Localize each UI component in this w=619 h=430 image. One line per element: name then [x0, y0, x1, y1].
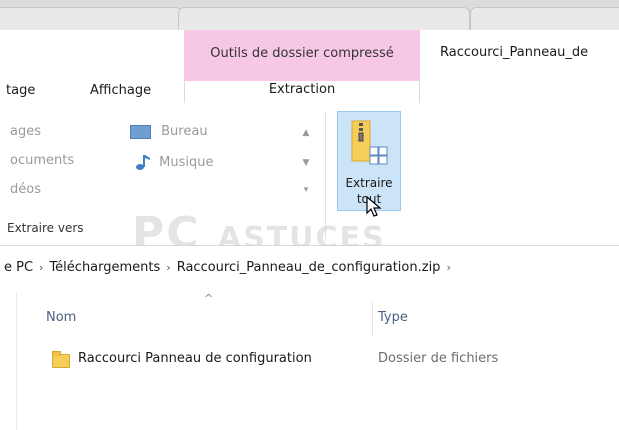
- file-type: Dossier de fichiers: [378, 351, 499, 366]
- breadcrumb-downloads[interactable]: Téléchargements: [49, 260, 160, 275]
- address-bar[interactable]: e PC › Téléchargements › Raccourci_Panneau_d…: [0, 246, 619, 293]
- column-header-type[interactable]: Type: [378, 310, 408, 325]
- expand-gallery-button[interactable]: ▾: [298, 185, 314, 195]
- navigation-pane-edge: [16, 292, 17, 430]
- extract-all-line1: Extraire: [345, 176, 393, 190]
- window-title: Raccourci_Panneau_de: [440, 45, 589, 60]
- destination-images[interactable]: ages: [10, 124, 41, 139]
- chevron-right-icon[interactable]: ›: [446, 261, 450, 274]
- folder-icon: [52, 351, 70, 368]
- file-name: Raccourci Panneau de configuration: [78, 351, 312, 366]
- window-tab-3[interactable]: [470, 7, 619, 30]
- destination-bureau-label: Bureau: [161, 124, 208, 139]
- breadcrumb: e PC › Téléchargements › Raccourci_Panneau_d…: [4, 260, 457, 275]
- group-separator: [325, 111, 326, 241]
- tab-affichage[interactable]: Affichage: [90, 82, 151, 103]
- zip-folder-icon: [351, 120, 388, 165]
- extract-all-button[interactable]: Extraire tout: [337, 111, 401, 217]
- ribbon-body: ages ocuments déos Bureau Musique ▲ ▼ ▾ …: [0, 103, 619, 246]
- top-tab-strip: [0, 0, 619, 30]
- tab-partage[interactable]: tage: [6, 82, 35, 103]
- title-row: Outils de dossier compressé Raccourci_Pa…: [0, 30, 619, 136]
- ribbon-tabs: tage Affichage Extraction: [0, 81, 619, 104]
- file-list: ^ Nom Type Raccourci Panneau de configur…: [0, 292, 619, 430]
- breadcrumb-this-pc[interactable]: e PC: [4, 260, 33, 275]
- cursor-icon: [366, 196, 382, 217]
- destination-musique[interactable]: Musique: [134, 153, 213, 171]
- window-tab-1[interactable]: [0, 7, 182, 30]
- breadcrumb-zip[interactable]: Raccourci_Panneau_de_configuration.zip: [177, 260, 441, 275]
- destination-musique-label: Musique: [159, 154, 214, 170]
- chevron-right-icon[interactable]: ›: [39, 261, 43, 274]
- desktop-icon: [130, 124, 151, 139]
- context-tab-title: Outils de dossier compressé: [184, 30, 420, 82]
- sort-ascending-icon: ^: [204, 292, 214, 305]
- extract-to-group-label: Extraire vers: [7, 221, 84, 235]
- tab-extraction[interactable]: Extraction: [184, 81, 420, 104]
- column-separator[interactable]: [372, 302, 373, 336]
- destination-videos[interactable]: déos: [10, 182, 41, 197]
- chevron-right-icon[interactable]: ›: [166, 261, 170, 274]
- destination-bureau[interactable]: Bureau: [130, 124, 208, 139]
- column-header-name[interactable]: Nom: [46, 310, 76, 325]
- destination-documents[interactable]: ocuments: [10, 153, 74, 168]
- window-tab-2[interactable]: [178, 7, 470, 30]
- music-icon: [136, 155, 150, 170]
- table-row[interactable]: Raccourci Panneau de configuration Dossi…: [46, 349, 566, 371]
- scroll-up-button[interactable]: ▲: [298, 128, 314, 138]
- scroll-down-button[interactable]: ▼: [298, 158, 314, 168]
